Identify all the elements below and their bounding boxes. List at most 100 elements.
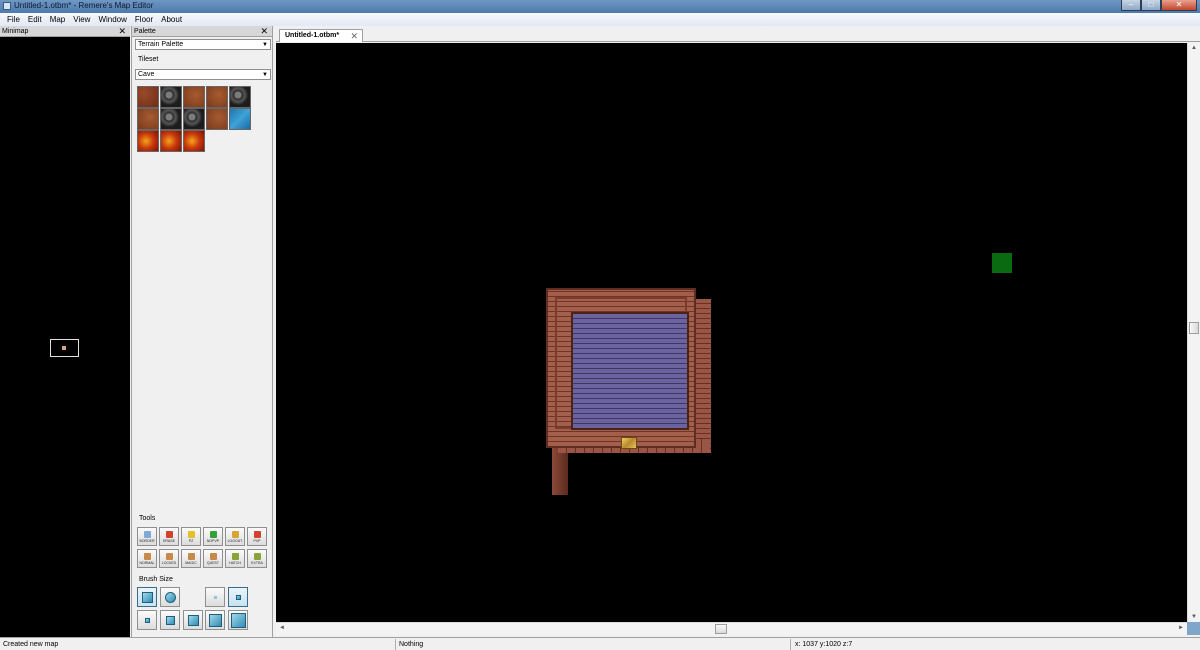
scroll-up-icon[interactable]: ▲ bbox=[1191, 45, 1197, 51]
tile-rock[interactable] bbox=[160, 108, 182, 130]
brush-size-6-icon bbox=[209, 614, 222, 627]
tileset-value: Cave bbox=[138, 71, 155, 78]
scroll-left-icon[interactable]: ◄ bbox=[279, 625, 285, 631]
tile-lava[interactable] bbox=[183, 130, 205, 152]
menu-edit[interactable]: Edit bbox=[24, 13, 46, 26]
tool-label: QUEST bbox=[206, 561, 220, 565]
brush-size-5-button[interactable] bbox=[183, 610, 203, 630]
minimize-button[interactable]: – bbox=[1121, 0, 1141, 11]
close-button[interactable]: ✕ bbox=[1161, 0, 1197, 11]
vertical-scroll-thumb[interactable] bbox=[1189, 322, 1199, 334]
menu-bar: File Edit Map View Window Floor About bbox=[0, 13, 1200, 26]
circle-brush-icon bbox=[165, 592, 176, 603]
tool-nopvp-button[interactable]: NOPVP bbox=[203, 527, 223, 546]
tileset-select[interactable]: Cave ▼ bbox=[135, 69, 271, 80]
brush-size-1-button[interactable] bbox=[205, 587, 225, 607]
extra-icon bbox=[254, 553, 261, 560]
minimap-viewport-frame[interactable] bbox=[50, 339, 79, 357]
palette-close-icon[interactable]: ✕ bbox=[260, 26, 268, 36]
palette-type-value: Terrain Palette bbox=[138, 41, 184, 48]
brush-size-6-button[interactable] bbox=[205, 610, 225, 630]
brush-size-7-button[interactable] bbox=[228, 610, 248, 630]
tile-dirt2[interactable] bbox=[137, 108, 159, 130]
tool-logout-button[interactable]: LOGOUT bbox=[225, 527, 245, 546]
tile-rock[interactable] bbox=[183, 108, 205, 130]
tab-close-icon[interactable]: ✕ bbox=[350, 30, 358, 42]
tool-label: ERASE bbox=[163, 539, 175, 543]
tool-pz-button[interactable]: PZ bbox=[181, 527, 201, 546]
menu-view[interactable]: View bbox=[69, 13, 94, 26]
minimap-building-dot bbox=[62, 346, 66, 350]
tile-rock[interactable] bbox=[160, 86, 182, 108]
tool-label: BORDER bbox=[139, 539, 155, 543]
brush-size-2-button[interactable] bbox=[228, 587, 248, 607]
tool-border-button[interactable]: BORDER bbox=[137, 527, 157, 546]
scrollbar-corner bbox=[1187, 622, 1200, 635]
scroll-right-icon[interactable]: ► bbox=[1178, 625, 1184, 631]
brush-size-label: Brush Size bbox=[139, 576, 173, 583]
window-controls: – □ ✕ bbox=[1121, 0, 1197, 12]
tab-untitled-map[interactable]: Untitled-1.otbm* ✕ bbox=[279, 29, 363, 42]
tile-lava[interactable] bbox=[137, 130, 159, 152]
status-bar: Created new map Nothing x: 1037 y:1020 z… bbox=[0, 637, 1200, 650]
brush-size-4-button[interactable] bbox=[160, 610, 180, 630]
tile-lava[interactable] bbox=[160, 130, 182, 152]
building-door[interactable] bbox=[621, 437, 637, 449]
maximize-button[interactable]: □ bbox=[1141, 0, 1161, 11]
brush-size-3-button[interactable] bbox=[137, 610, 157, 630]
palette-panel: Palette ✕ Terrain Palette ▼ Tileset Cave… bbox=[131, 26, 273, 637]
brush-size-2-icon bbox=[236, 595, 241, 600]
tile-dirt2[interactable] bbox=[183, 86, 205, 108]
tool-label: LOGOUT bbox=[227, 539, 243, 543]
pz-icon bbox=[188, 531, 195, 538]
tile-dirt2[interactable] bbox=[206, 86, 228, 108]
menu-window[interactable]: Window bbox=[94, 13, 130, 26]
tool-extra-button[interactable]: EXTRA bbox=[247, 549, 267, 568]
tool-label: MAGIC bbox=[185, 561, 197, 565]
minimap-view[interactable] bbox=[0, 37, 130, 637]
tool-normal-button[interactable]: NORMAL bbox=[137, 549, 157, 568]
menu-file[interactable]: File bbox=[3, 13, 24, 26]
tool-hatch-button[interactable]: HATCH bbox=[225, 549, 245, 568]
menu-floor[interactable]: Floor bbox=[131, 13, 157, 26]
tool-label: NORMAL bbox=[139, 561, 155, 565]
tile-dirt[interactable] bbox=[137, 86, 159, 108]
palette-type-select[interactable]: Terrain Palette ▼ bbox=[135, 39, 271, 50]
tool-locked-button[interactable]: LOCKED bbox=[159, 549, 179, 568]
tile-rock[interactable] bbox=[229, 86, 251, 108]
square-brush-icon bbox=[142, 592, 153, 603]
minimap-panel: Minimap ✕ bbox=[0, 26, 130, 637]
tab-label: Untitled-1.otbm* bbox=[285, 32, 340, 39]
horizontal-scrollbar[interactable]: ◄ ► bbox=[276, 622, 1187, 635]
tool-label: PZ bbox=[188, 539, 194, 543]
status-separator bbox=[790, 639, 791, 650]
vertical-scrollbar[interactable]: ▲ ▼ bbox=[1187, 43, 1200, 622]
tool-quest-button[interactable]: QUEST bbox=[203, 549, 223, 568]
tool-magic-button[interactable]: MAGIC bbox=[181, 549, 201, 568]
nopvp-icon bbox=[210, 531, 217, 538]
tool-label: NOPVP bbox=[206, 539, 220, 543]
tools-label: Tools bbox=[139, 515, 156, 522]
scroll-down-icon[interactable]: ▼ bbox=[1191, 614, 1197, 620]
menu-map[interactable]: Map bbox=[46, 13, 70, 26]
tool-erase-button[interactable]: ERASE bbox=[159, 527, 179, 546]
building-floor bbox=[571, 312, 689, 430]
menu-about[interactable]: About bbox=[157, 13, 186, 26]
tile-dirt2[interactable] bbox=[206, 108, 228, 130]
minimap-title: Minimap bbox=[2, 28, 29, 35]
building[interactable] bbox=[546, 288, 696, 448]
minimap-header: Minimap ✕ bbox=[0, 26, 130, 37]
brush-circle-shape-button[interactable] bbox=[160, 587, 180, 607]
tile-water[interactable] bbox=[229, 108, 251, 130]
map-canvas[interactable] bbox=[276, 43, 1187, 622]
tool-pvp-button[interactable]: PVP bbox=[247, 527, 267, 546]
hatch-icon bbox=[232, 553, 239, 560]
green-marker-tile[interactable] bbox=[992, 253, 1012, 273]
horizontal-scroll-thumb[interactable] bbox=[715, 624, 727, 634]
eraser-icon bbox=[166, 531, 173, 538]
minimap-close-icon[interactable]: ✕ bbox=[118, 26, 126, 36]
brush-size-4-icon bbox=[166, 616, 175, 625]
palette-header: Palette ✕ bbox=[132, 26, 272, 37]
tool-label: HATCH bbox=[229, 561, 241, 565]
brush-square-shape-button[interactable] bbox=[137, 587, 157, 607]
